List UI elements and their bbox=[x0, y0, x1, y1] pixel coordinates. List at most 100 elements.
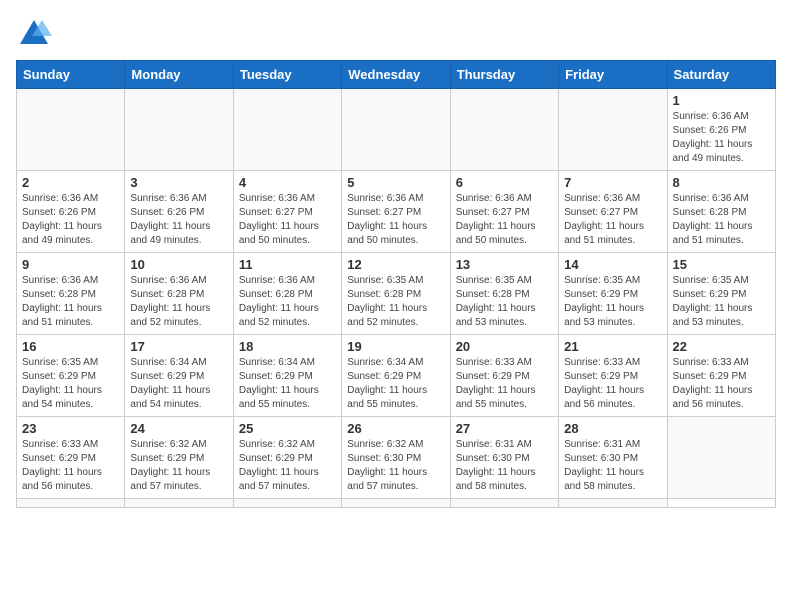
day-number: 20 bbox=[456, 339, 553, 354]
day-info: Sunrise: 6:34 AMSunset: 6:29 PMDaylight:… bbox=[347, 356, 444, 412]
day-info: Sunrise: 6:35 AMSunset: 6:28 PMDaylight:… bbox=[347, 274, 444, 330]
calendar-cell: 19 Sunrise: 6:34 AMSunset: 6:29 PMDayligh… bbox=[342, 335, 450, 417]
day-info: Sunrise: 6:31 AMSunset: 6:30 PMDaylight:… bbox=[564, 438, 661, 494]
day-info: Sunrise: 6:33 AMSunset: 6:29 PMDaylight:… bbox=[564, 356, 661, 412]
calendar-cell: 6Sunrise: 6:36 AMSunset: 6:27 PMDaylight… bbox=[450, 171, 558, 253]
calendar-cell bbox=[17, 499, 125, 508]
weekday-header-row: SundayMondayTuesdayWednesdayThursdayFrid… bbox=[17, 61, 776, 89]
day-number: 21 bbox=[564, 339, 661, 354]
day-number: 13 bbox=[456, 257, 553, 272]
calendar-cell bbox=[233, 499, 341, 508]
day-number: 8 bbox=[673, 175, 770, 190]
day-info: Sunrise: 6:32 AMSunset: 6:30 PMDaylight:… bbox=[347, 438, 444, 494]
day-info: Sunrise: 6:34 AMSunset: 6:29 PMDaylight:… bbox=[130, 356, 227, 412]
day-number: 1 bbox=[673, 93, 770, 108]
day-number: 18 bbox=[239, 339, 336, 354]
day-number: 10 bbox=[130, 257, 227, 272]
calendar-cell bbox=[233, 89, 341, 171]
weekday-header: Monday bbox=[125, 61, 233, 89]
day-info: Sunrise: 6:31 AMSunset: 6:30 PMDaylight:… bbox=[456, 438, 553, 494]
calendar-cell: 13 Sunrise: 6:35 AMSunset: 6:28 PMDayligh… bbox=[450, 253, 558, 335]
day-info: Sunrise: 6:34 AMSunset: 6:29 PMDaylight:… bbox=[239, 356, 336, 412]
day-number: 14 bbox=[564, 257, 661, 272]
calendar-cell: 21 Sunrise: 6:33 AMSunset: 6:29 PMDayligh… bbox=[559, 335, 667, 417]
calendar-cell bbox=[559, 89, 667, 171]
day-number: 28 bbox=[564, 421, 661, 436]
calendar-cell: 20 Sunrise: 6:33 AMSunset: 6:29 PMDayligh… bbox=[450, 335, 558, 417]
calendar-cell: 10 Sunrise: 6:36 AMSunset: 6:28 PMDayligh… bbox=[125, 253, 233, 335]
calendar-cell bbox=[342, 499, 450, 508]
calendar-cell: 1 Sunrise: 6:36 AMSunset: 6:26 PMDaylight… bbox=[667, 89, 775, 171]
calendar-cell: 5Sunrise: 6:36 AMSunset: 6:27 PMDaylight… bbox=[342, 171, 450, 253]
calendar-row bbox=[17, 499, 776, 508]
calendar-cell: 27 Sunrise: 6:31 AMSunset: 6:30 PMDayligh… bbox=[450, 417, 558, 499]
day-info: Sunrise: 6:36 AMSunset: 6:26 PMDaylight:… bbox=[22, 192, 119, 248]
calendar-cell: 22Sunrise: 6:33 AMSunset: 6:29 PMDayligh… bbox=[667, 335, 775, 417]
day-number: 5 bbox=[347, 175, 444, 190]
calendar-row: 9 Sunrise: 6:36 AMSunset: 6:28 PMDaylight… bbox=[17, 253, 776, 335]
day-number: 19 bbox=[347, 339, 444, 354]
day-info: Sunrise: 6:36 AMSunset: 6:28 PMDaylight:… bbox=[130, 274, 227, 330]
logo bbox=[16, 16, 56, 52]
day-info: Sunrise: 6:36 AMSunset: 6:26 PMDaylight:… bbox=[130, 192, 227, 248]
calendar-row: 16 Sunrise: 6:35 AMSunset: 6:29 PMDayligh… bbox=[17, 335, 776, 417]
day-info: Sunrise: 6:35 AMSunset: 6:29 PMDaylight:… bbox=[22, 356, 119, 412]
calendar-cell: 12Sunrise: 6:35 AMSunset: 6:28 PMDayligh… bbox=[342, 253, 450, 335]
day-number: 26 bbox=[347, 421, 444, 436]
day-number: 17 bbox=[130, 339, 227, 354]
day-info: Sunrise: 6:32 AMSunset: 6:29 PMDaylight:… bbox=[239, 438, 336, 494]
day-number: 24 bbox=[130, 421, 227, 436]
day-info: Sunrise: 6:36 AMSunset: 6:28 PMDaylight:… bbox=[673, 192, 770, 248]
day-info: Sunrise: 6:36 AMSunset: 6:26 PMDaylight:… bbox=[673, 110, 770, 166]
day-number: 27 bbox=[456, 421, 553, 436]
calendar-cell: 17 Sunrise: 6:34 AMSunset: 6:29 PMDayligh… bbox=[125, 335, 233, 417]
calendar-row: 2 Sunrise: 6:36 AMSunset: 6:26 PMDaylight… bbox=[17, 171, 776, 253]
day-info: Sunrise: 6:36 AMSunset: 6:28 PMDaylight:… bbox=[22, 274, 119, 330]
calendar-cell: 16 Sunrise: 6:35 AMSunset: 6:29 PMDayligh… bbox=[17, 335, 125, 417]
day-info: Sunrise: 6:35 AMSunset: 6:28 PMDaylight:… bbox=[456, 274, 553, 330]
day-number: 25 bbox=[239, 421, 336, 436]
day-number: 15 bbox=[673, 257, 770, 272]
calendar-cell: 25 Sunrise: 6:32 AMSunset: 6:29 PMDayligh… bbox=[233, 417, 341, 499]
day-info: Sunrise: 6:33 AMSunset: 6:29 PMDaylight:… bbox=[456, 356, 553, 412]
day-number: 16 bbox=[22, 339, 119, 354]
calendar-cell: 28 Sunrise: 6:31 AMSunset: 6:30 PMDayligh… bbox=[559, 417, 667, 499]
page-header bbox=[16, 16, 776, 52]
day-info: Sunrise: 6:33 AMSunset: 6:29 PMDaylight:… bbox=[673, 356, 770, 412]
calendar-cell: 15 Sunrise: 6:35 AMSunset: 6:29 PMDayligh… bbox=[667, 253, 775, 335]
day-number: 2 bbox=[22, 175, 119, 190]
calendar-cell bbox=[450, 499, 558, 508]
weekday-header: Friday bbox=[559, 61, 667, 89]
calendar-cell: 14Sunrise: 6:35 AMSunset: 6:29 PMDayligh… bbox=[559, 253, 667, 335]
day-info: Sunrise: 6:33 AMSunset: 6:29 PMDaylight:… bbox=[22, 438, 119, 494]
weekday-header: Wednesday bbox=[342, 61, 450, 89]
day-info: Sunrise: 6:32 AMSunset: 6:29 PMDaylight:… bbox=[130, 438, 227, 494]
day-number: 23 bbox=[22, 421, 119, 436]
day-number: 11 bbox=[239, 257, 336, 272]
calendar-cell: 11 Sunrise: 6:36 AMSunset: 6:28 PMDayligh… bbox=[233, 253, 341, 335]
calendar-cell: 18 Sunrise: 6:34 AMSunset: 6:29 PMDayligh… bbox=[233, 335, 341, 417]
calendar-row: 23 Sunrise: 6:33 AMSunset: 6:29 PMDayligh… bbox=[17, 417, 776, 499]
day-info: Sunrise: 6:35 AMSunset: 6:29 PMDaylight:… bbox=[673, 274, 770, 330]
calendar-cell bbox=[125, 499, 233, 508]
day-number: 3 bbox=[130, 175, 227, 190]
logo-icon bbox=[16, 16, 52, 52]
day-number: 9 bbox=[22, 257, 119, 272]
calendar-row: 1 Sunrise: 6:36 AMSunset: 6:26 PMDaylight… bbox=[17, 89, 776, 171]
day-info: Sunrise: 6:36 AMSunset: 6:27 PMDaylight:… bbox=[564, 192, 661, 248]
calendar-cell: 8 Sunrise: 6:36 AMSunset: 6:28 PMDaylight… bbox=[667, 171, 775, 253]
day-info: Sunrise: 6:36 AMSunset: 6:28 PMDaylight:… bbox=[239, 274, 336, 330]
weekday-header: Thursday bbox=[450, 61, 558, 89]
calendar-cell bbox=[667, 417, 775, 499]
calendar-cell: 24 Sunrise: 6:32 AMSunset: 6:29 PMDayligh… bbox=[125, 417, 233, 499]
calendar-cell: 3 Sunrise: 6:36 AMSunset: 6:26 PMDaylight… bbox=[125, 171, 233, 253]
calendar-cell bbox=[17, 89, 125, 171]
calendar-cell: 7 Sunrise: 6:36 AMSunset: 6:27 PMDaylight… bbox=[559, 171, 667, 253]
calendar-cell: 4Sunrise: 6:36 AMSunset: 6:27 PMDaylight… bbox=[233, 171, 341, 253]
calendar-table: SundayMondayTuesdayWednesdayThursdayFrid… bbox=[16, 60, 776, 508]
calendar-cell: 26 Sunrise: 6:32 AMSunset: 6:30 PMDayligh… bbox=[342, 417, 450, 499]
day-number: 7 bbox=[564, 175, 661, 190]
weekday-header: Saturday bbox=[667, 61, 775, 89]
calendar-cell: 9 Sunrise: 6:36 AMSunset: 6:28 PMDaylight… bbox=[17, 253, 125, 335]
day-number: 4 bbox=[239, 175, 336, 190]
